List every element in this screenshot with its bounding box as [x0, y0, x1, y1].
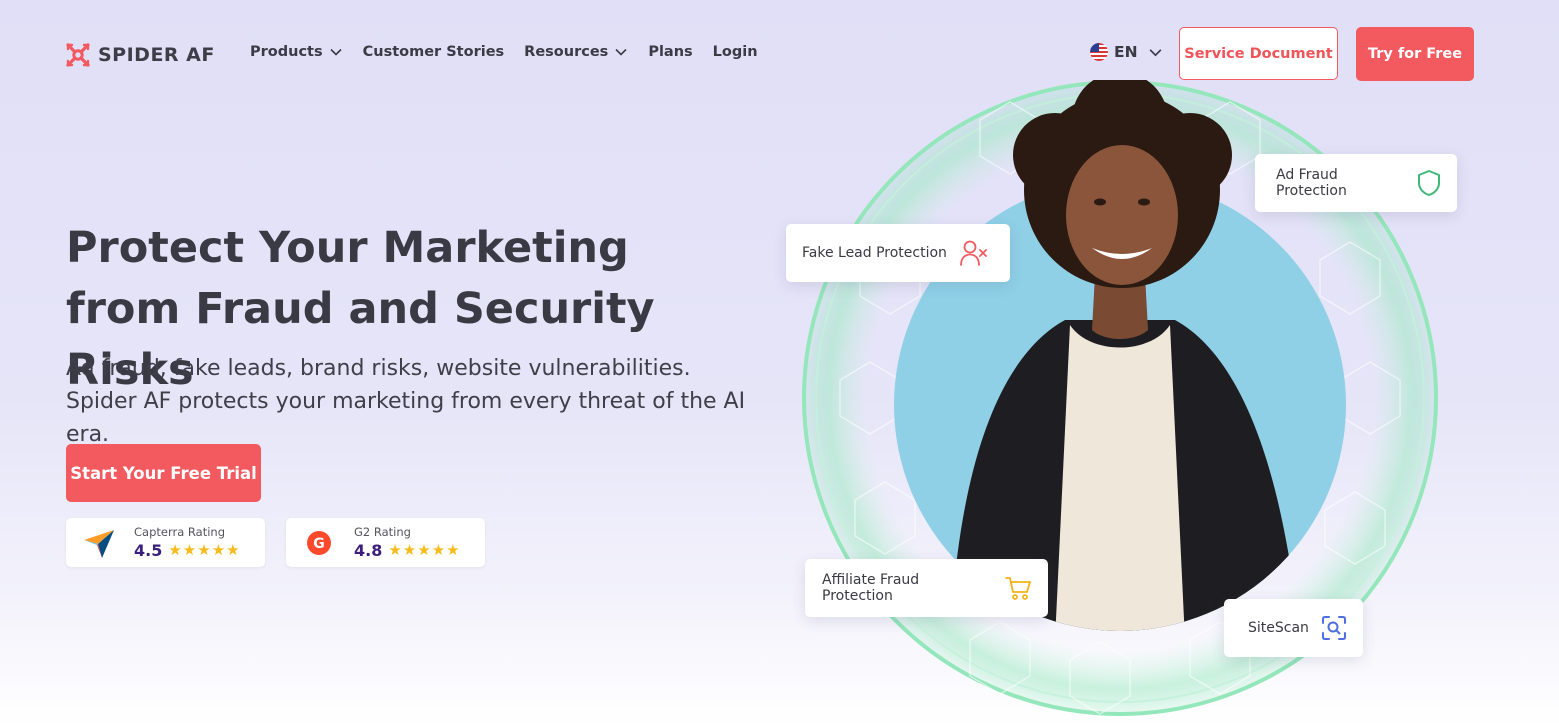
sitescan-label: SiteScan [1248, 620, 1309, 636]
affiliate-fraud-protection-badge: Affiliate Fraud Protection [805, 559, 1048, 617]
ad-fraud-protection-badge: Ad Fraud Protection [1255, 154, 1457, 212]
cart-icon [1005, 577, 1031, 600]
chevron-down-icon [330, 48, 342, 56]
hero-headline-line-1: Protect Your Marketing [66, 223, 629, 273]
star-icon: ★ [168, 541, 182, 559]
star-rating: ★ ★ ★ ★ ★ [168, 543, 239, 558]
nav-resources-label: Resources [524, 44, 609, 60]
language-label: EN [1114, 43, 1138, 61]
nav-plans-label: Plans [648, 44, 693, 60]
capterra-rating-score: 4.5 [134, 541, 163, 560]
g2-rating-label: G2 Rating [354, 525, 411, 539]
g2-rating-card[interactable]: G G2 Rating 4.8 ★ ★ ★ ★ ★ [286, 518, 485, 567]
nav-login-label: Login [712, 44, 758, 60]
capterra-rating-label: Capterra Rating [134, 525, 225, 539]
brand-name: SPIDER AF [98, 44, 215, 66]
nav-customer-stories[interactable]: Customer Stories [363, 44, 505, 60]
affiliate-fraud-protection-label: Affiliate Fraud Protection [822, 572, 920, 604]
spider-af-logo-icon [66, 43, 90, 67]
nav-products[interactable]: Products [250, 44, 343, 60]
star-icon: ★ [226, 541, 240, 559]
main-nav: Products Customer Stories Resources Plan… [250, 44, 758, 60]
hero-subtext: Ad fraud, fake leads, brand risks, websi… [66, 356, 746, 447]
capterra-rating-card[interactable]: Capterra Rating 4.5 ★ ★ ★ ★ ★ [66, 518, 265, 567]
capterra-logo-icon [84, 529, 114, 558]
sitescan-badge: SiteScan [1224, 599, 1363, 657]
star-rating: ★ ★ ★ ★ ★ [388, 543, 459, 558]
star-icon: ★ [182, 541, 197, 559]
brand-logo[interactable]: SPIDER AF [66, 43, 215, 67]
chevron-down-icon [615, 48, 627, 56]
ad-fraud-protection-label: Ad Fraud Protection [1276, 167, 1347, 199]
language-selector[interactable]: EN [1090, 43, 1163, 61]
fake-lead-protection-label: Fake Lead Protection [802, 245, 947, 261]
g2-logo-icon: G [307, 530, 331, 555]
star-icon: ★ [211, 541, 226, 559]
star-icon: ★ [197, 541, 211, 559]
g2-rating-score: 4.8 [354, 541, 383, 560]
scan-search-icon [1321, 616, 1346, 640]
start-free-trial-button[interactable]: Start Your Free Trial [66, 444, 261, 502]
star-icon: ★ [446, 541, 460, 559]
chevron-down-icon [1149, 48, 1162, 56]
shield-icon [1418, 170, 1440, 196]
try-for-free-button[interactable]: Try for Free [1356, 27, 1474, 81]
nav-customer-stories-label: Customer Stories [362, 44, 505, 60]
star-icon: ★ [402, 541, 417, 559]
nav-login[interactable]: Login [713, 44, 758, 60]
fake-lead-protection-badge: Fake Lead Protection [786, 224, 1010, 282]
user-x-icon [960, 240, 987, 266]
star-icon: ★ [431, 541, 446, 559]
nav-resources[interactable]: Resources [524, 44, 628, 60]
service-document-button[interactable]: Service Document [1179, 27, 1338, 80]
nav-products-label: Products [250, 44, 323, 60]
nav-plans[interactable]: Plans [648, 44, 692, 60]
svg-text:G: G [313, 536, 325, 552]
star-icon: ★ [388, 541, 402, 559]
us-flag-icon [1090, 43, 1108, 61]
star-icon: ★ [417, 541, 431, 559]
